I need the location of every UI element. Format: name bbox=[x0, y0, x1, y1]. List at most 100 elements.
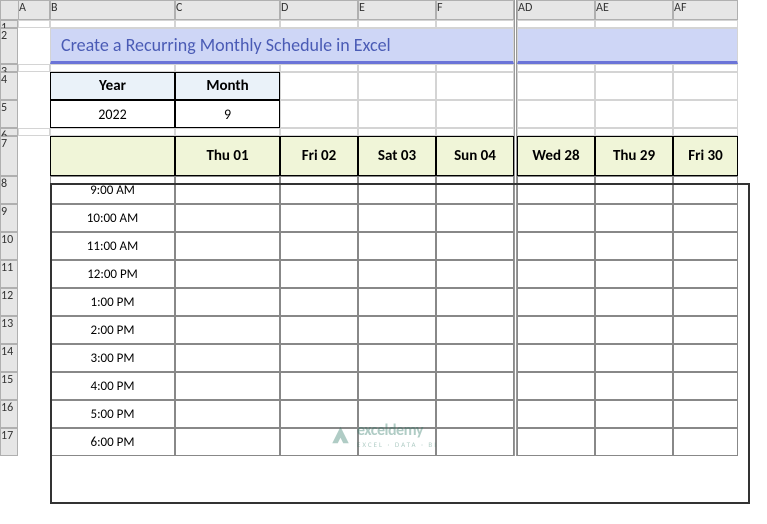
row-header-15[interactable]: 15 bbox=[0, 372, 18, 400]
cell[interactable] bbox=[436, 100, 514, 128]
cell[interactable] bbox=[595, 20, 673, 28]
schedule-cell[interactable] bbox=[673, 288, 738, 316]
col-header-D[interactable]: D bbox=[280, 0, 358, 20]
cell[interactable] bbox=[358, 64, 436, 72]
schedule-cell[interactable] bbox=[358, 232, 436, 260]
schedule-cell[interactable] bbox=[517, 204, 595, 232]
schedule-cell[interactable] bbox=[436, 204, 514, 232]
cell[interactable] bbox=[280, 20, 358, 28]
cell[interactable] bbox=[18, 428, 50, 456]
schedule-cell[interactable] bbox=[673, 232, 738, 260]
schedule-cell[interactable] bbox=[436, 316, 514, 344]
cell[interactable] bbox=[18, 372, 50, 400]
cell[interactable] bbox=[673, 128, 738, 136]
col-header-E[interactable]: E bbox=[358, 0, 436, 20]
cell[interactable] bbox=[517, 64, 595, 72]
col-header-C[interactable]: C bbox=[175, 0, 280, 20]
schedule-cell[interactable] bbox=[358, 372, 436, 400]
row-header-6[interactable]: 6 bbox=[0, 128, 18, 136]
row-header-2[interactable]: 2 bbox=[0, 28, 18, 64]
schedule-cell[interactable] bbox=[673, 344, 738, 372]
row-header-3[interactable]: 3 bbox=[0, 64, 18, 72]
schedule-cell[interactable] bbox=[595, 288, 673, 316]
schedule-cell[interactable] bbox=[595, 316, 673, 344]
schedule-cell[interactable] bbox=[673, 372, 738, 400]
cell[interactable] bbox=[280, 72, 358, 100]
cell[interactable] bbox=[18, 100, 50, 128]
cell[interactable] bbox=[18, 232, 50, 260]
schedule-cell[interactable] bbox=[517, 344, 595, 372]
cell[interactable] bbox=[18, 20, 50, 28]
cell[interactable] bbox=[175, 64, 280, 72]
cell[interactable] bbox=[673, 64, 738, 72]
cell[interactable] bbox=[595, 128, 673, 136]
schedule-cell[interactable] bbox=[673, 316, 738, 344]
time-cell[interactable]: 3:00 PM bbox=[50, 344, 175, 372]
col-header-F[interactable]: F bbox=[436, 0, 514, 20]
cell[interactable] bbox=[436, 128, 514, 136]
schedule-cell[interactable] bbox=[280, 372, 358, 400]
col-header-AE[interactable]: AE bbox=[595, 0, 673, 20]
cell[interactable] bbox=[595, 100, 673, 128]
schedule-cell[interactable] bbox=[175, 428, 280, 456]
col-header-B[interactable]: B bbox=[50, 0, 175, 20]
cell[interactable] bbox=[175, 20, 280, 28]
schedule-cell[interactable] bbox=[673, 400, 738, 428]
time-cell[interactable]: 4:00 PM bbox=[50, 372, 175, 400]
row-header-7[interactable]: 7 bbox=[0, 136, 18, 176]
cell[interactable] bbox=[18, 72, 50, 100]
schedule-cell[interactable] bbox=[280, 176, 358, 204]
schedule-cell[interactable] bbox=[358, 260, 436, 288]
col-header-AF[interactable]: AF bbox=[673, 0, 738, 20]
row-header-13[interactable]: 13 bbox=[0, 316, 18, 344]
row-header-12[interactable]: 12 bbox=[0, 288, 18, 316]
schedule-cell[interactable] bbox=[175, 344, 280, 372]
schedule-cell[interactable] bbox=[595, 344, 673, 372]
cell[interactable] bbox=[358, 100, 436, 128]
cell[interactable] bbox=[517, 72, 595, 100]
time-cell[interactable]: 5:00 PM bbox=[50, 400, 175, 428]
cell[interactable] bbox=[18, 136, 50, 176]
time-cell[interactable]: 11:00 AM bbox=[50, 232, 175, 260]
time-cell[interactable]: 10:00 AM bbox=[50, 204, 175, 232]
cell[interactable] bbox=[175, 128, 280, 136]
schedule-cell[interactable] bbox=[436, 428, 514, 456]
schedule-cell[interactable] bbox=[595, 176, 673, 204]
schedule-cell[interactable] bbox=[517, 232, 595, 260]
schedule-cell[interactable] bbox=[175, 232, 280, 260]
schedule-cell[interactable] bbox=[175, 316, 280, 344]
year-value[interactable]: 2022 bbox=[50, 100, 175, 128]
schedule-cell[interactable] bbox=[175, 204, 280, 232]
time-cell[interactable]: 2:00 PM bbox=[50, 316, 175, 344]
cell[interactable] bbox=[18, 316, 50, 344]
cell[interactable] bbox=[595, 72, 673, 100]
cell[interactable] bbox=[517, 20, 595, 28]
schedule-cell[interactable] bbox=[517, 316, 595, 344]
schedule-cell[interactable] bbox=[595, 400, 673, 428]
row-header-10[interactable]: 10 bbox=[0, 232, 18, 260]
row-header-1[interactable]: 1 bbox=[0, 20, 18, 28]
time-cell[interactable]: 1:00 PM bbox=[50, 288, 175, 316]
schedule-cell[interactable] bbox=[436, 372, 514, 400]
schedule-cell[interactable] bbox=[673, 428, 738, 456]
schedule-cell[interactable] bbox=[673, 176, 738, 204]
cell[interactable] bbox=[50, 128, 175, 136]
schedule-cell[interactable] bbox=[517, 428, 595, 456]
cell[interactable] bbox=[358, 128, 436, 136]
schedule-cell[interactable] bbox=[280, 316, 358, 344]
schedule-cell[interactable] bbox=[358, 176, 436, 204]
row-header-14[interactable]: 14 bbox=[0, 344, 18, 372]
col-header-AD[interactable]: AD bbox=[517, 0, 595, 20]
cell[interactable] bbox=[595, 64, 673, 72]
cell[interactable] bbox=[517, 128, 595, 136]
cell[interactable] bbox=[358, 20, 436, 28]
schedule-cell[interactable] bbox=[358, 204, 436, 232]
schedule-cell[interactable] bbox=[175, 176, 280, 204]
schedule-cell[interactable] bbox=[517, 260, 595, 288]
schedule-cell[interactable] bbox=[436, 400, 514, 428]
schedule-cell[interactable] bbox=[595, 260, 673, 288]
row-header-8[interactable]: 8 bbox=[0, 176, 18, 204]
cell[interactable] bbox=[18, 128, 50, 136]
time-cell[interactable]: 9:00 AM bbox=[50, 176, 175, 204]
schedule-cell[interactable] bbox=[175, 288, 280, 316]
